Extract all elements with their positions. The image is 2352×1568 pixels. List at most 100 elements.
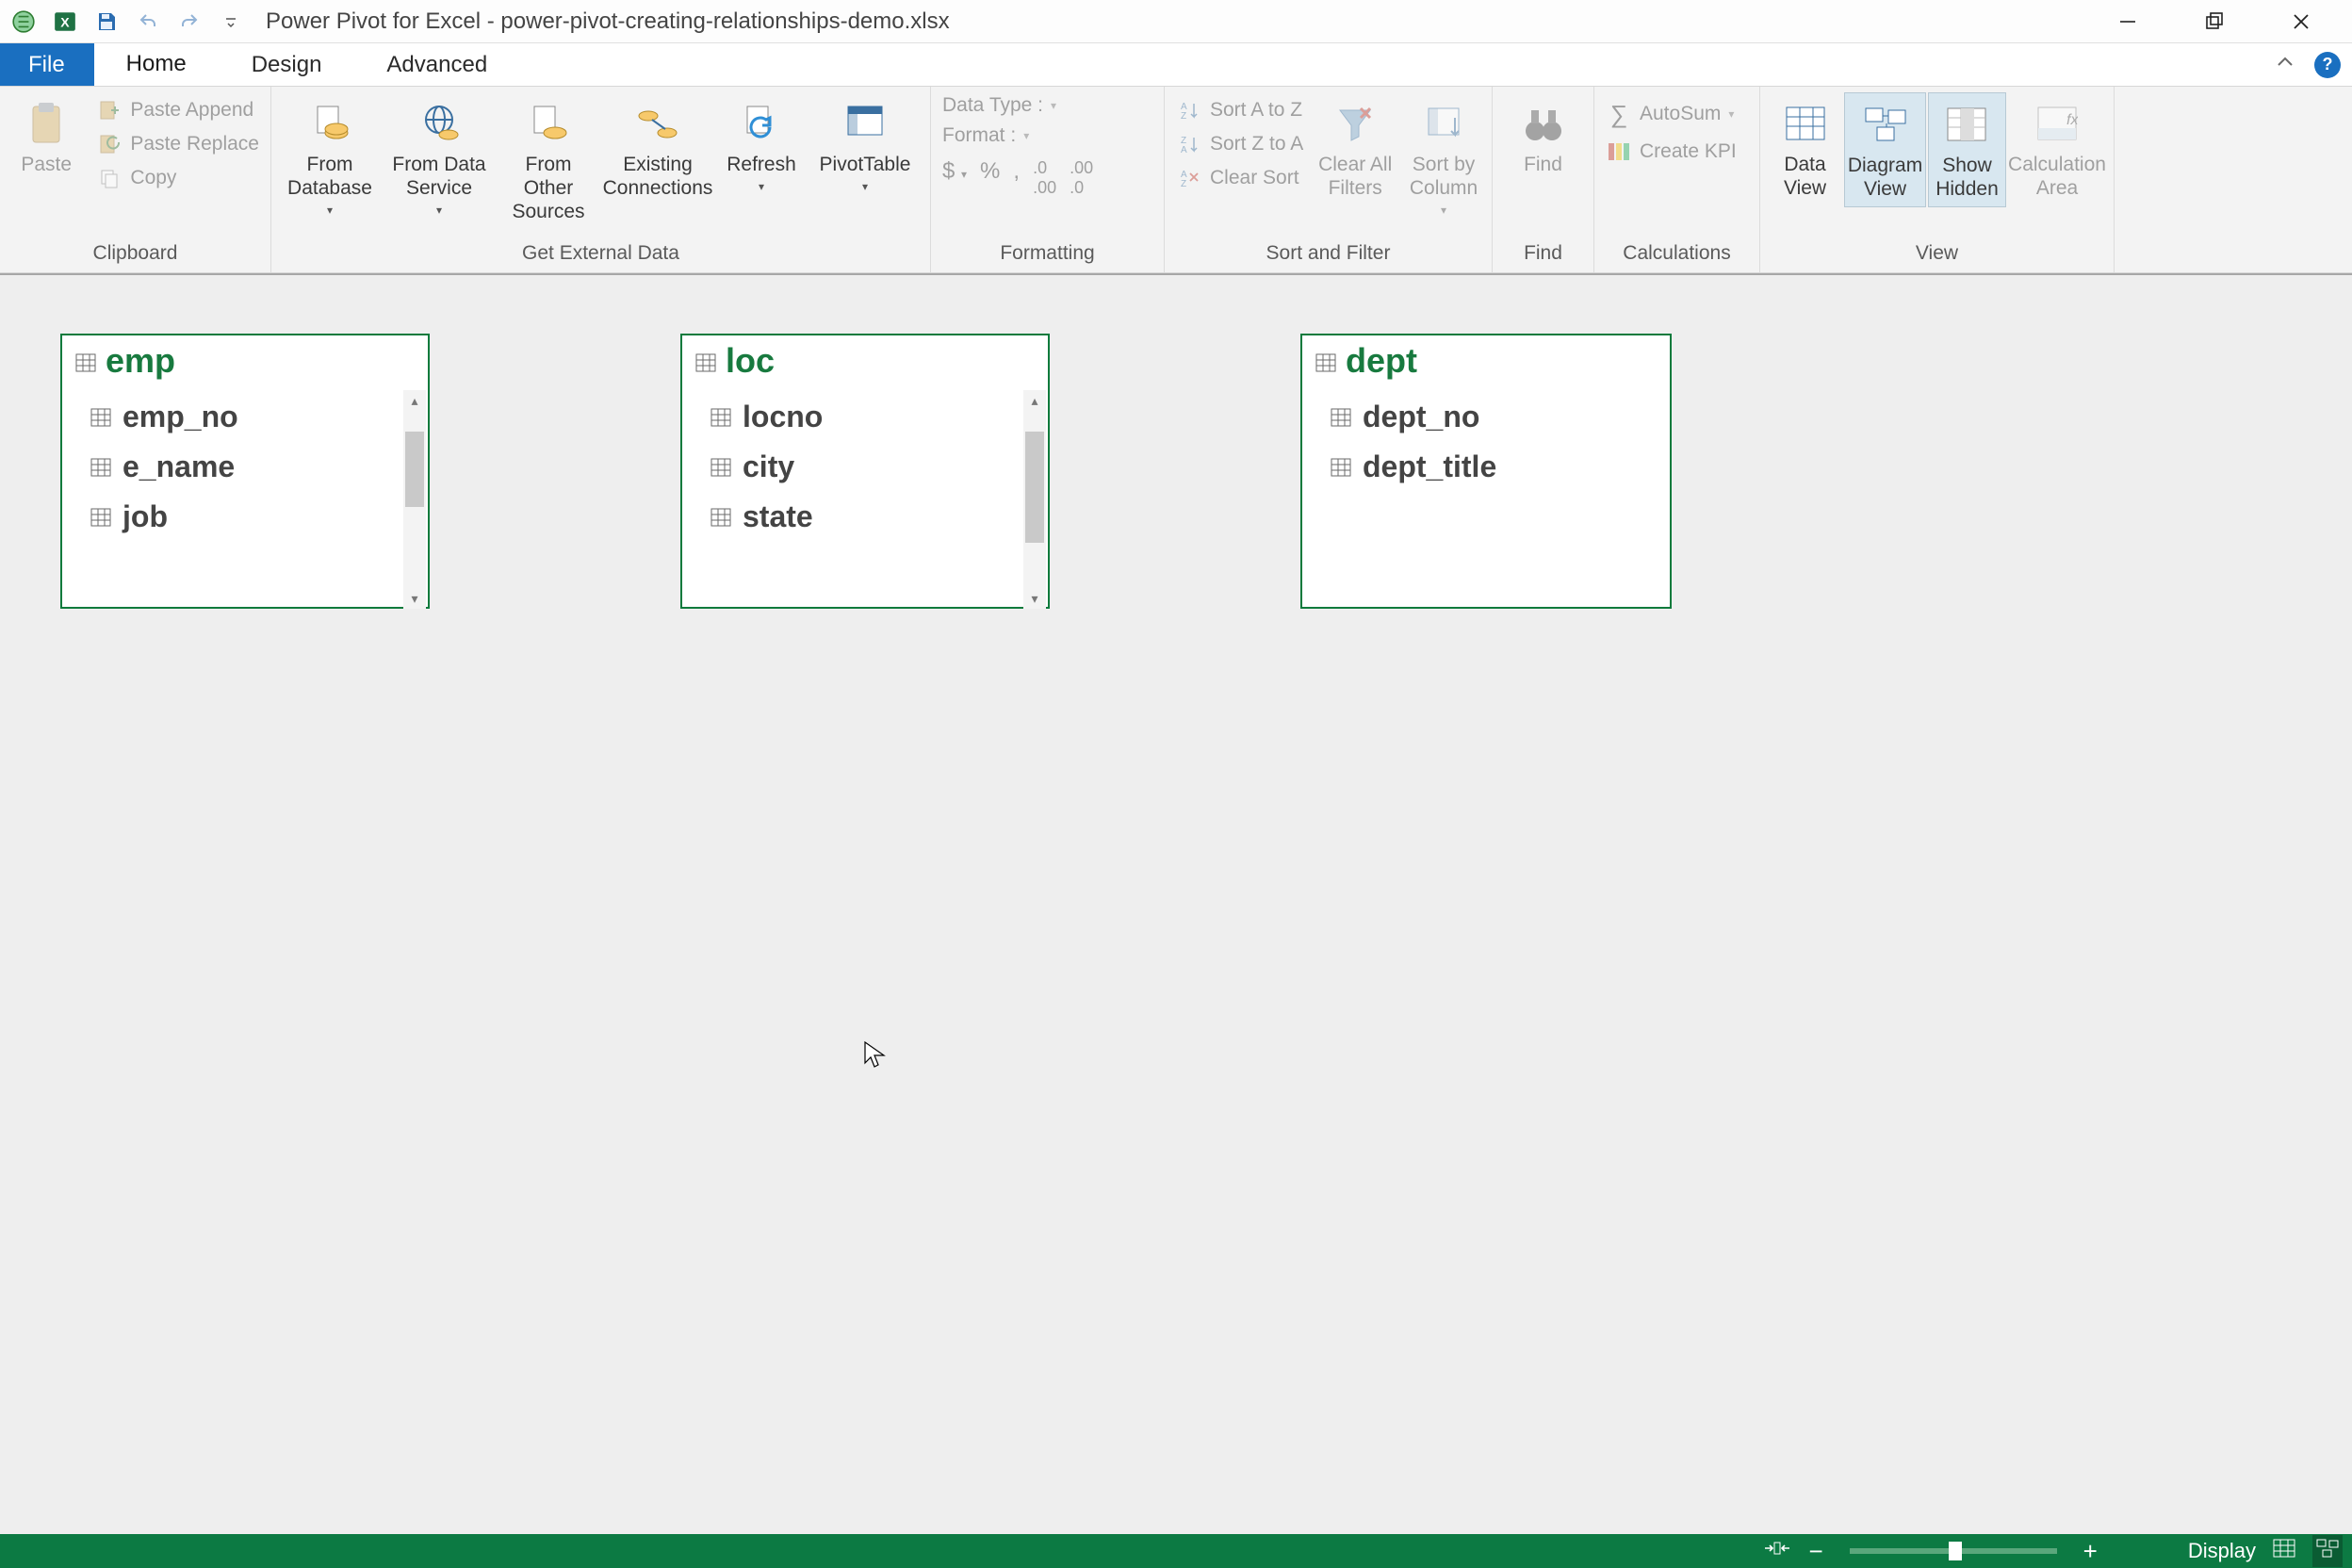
window-title: Power Pivot for Excel - power-pivot-crea…	[266, 8, 950, 35]
sort-az-label: Sort A to Z	[1210, 99, 1302, 122]
field-icon	[90, 449, 111, 484]
excel-icon: X	[47, 4, 83, 40]
field-icon	[710, 400, 731, 434]
diagram-view-statusbar-button[interactable]	[2312, 1535, 2343, 1567]
from-other-sources-label: From Other Sources	[499, 153, 597, 224]
close-button[interactable]	[2278, 3, 2324, 41]
pivottable-button[interactable]: PivotTable ▾	[814, 92, 916, 200]
tab-file[interactable]: File	[0, 43, 94, 86]
table-box-loc[interactable]: loclocnocitystate▴▾	[680, 334, 1050, 609]
tab-design[interactable]: Design	[220, 43, 355, 86]
table-field[interactable]: city	[703, 442, 1048, 492]
autosum-button[interactable]: ∑ AutoSum ▾	[1602, 100, 1738, 128]
currency-format-button[interactable]: $ ▾	[942, 158, 967, 198]
ribbon-group-clipboard-label: Clipboard	[8, 237, 263, 272]
data-view-button[interactable]: Data View	[1768, 92, 1842, 205]
redo-button[interactable]	[172, 4, 207, 40]
find-button[interactable]: Find	[1500, 92, 1586, 182]
pivottable-icon	[840, 98, 890, 149]
diagram-canvas[interactable]: empemp_noe_namejob▴▾loclocnocitystate▴▾d…	[0, 273, 2352, 1534]
sort-za-button[interactable]: ZA Sort Z to A	[1172, 130, 1307, 158]
table-field[interactable]: dept_title	[1323, 442, 1670, 492]
scroll-down-button[interactable]: ▾	[1023, 588, 1046, 609]
paste-replace-button[interactable]: Paste Replace	[92, 130, 263, 158]
field-name: state	[743, 499, 813, 534]
refresh-button[interactable]: Refresh ▾	[716, 92, 807, 200]
scroll-track[interactable]	[1023, 411, 1046, 588]
scroll-track[interactable]	[403, 411, 426, 588]
existing-connections-button[interactable]: Existing Connections	[607, 92, 709, 205]
zoom-in-button[interactable]: +	[2083, 1537, 2098, 1566]
ribbon-group-sort-filter-label: Sort and Filter	[1172, 237, 1484, 272]
table-box-dept[interactable]: deptdept_nodept_title	[1300, 334, 1672, 609]
save-button[interactable]	[89, 4, 124, 40]
comma-format-button[interactable]: ,	[1013, 158, 1020, 198]
table-field[interactable]: job	[83, 492, 428, 542]
increase-decimal-button[interactable]: .0.00	[1033, 158, 1056, 198]
powerpivot-icon	[6, 4, 41, 40]
tab-home[interactable]: Home	[94, 43, 220, 86]
percent-format-button[interactable]: %	[980, 158, 1000, 198]
clear-sort-icon: AZ	[1176, 166, 1202, 190]
show-hidden-button[interactable]: Show Hidden	[1928, 92, 2006, 207]
zoom-slider[interactable]	[1850, 1548, 2057, 1554]
paste-append-button[interactable]: Paste Append	[92, 96, 263, 124]
table-header[interactable]: emp	[62, 335, 428, 388]
ribbon-group-view: Data View Diagram View Show Hidden fx Ca…	[1760, 87, 2115, 272]
table-header[interactable]: loc	[682, 335, 1048, 388]
window-controls	[2105, 3, 2346, 41]
data-type-dropdown[interactable]: Data Type : ▾	[939, 92, 1060, 119]
kpi-icon	[1606, 139, 1632, 164]
scroll-up-button[interactable]: ▴	[1023, 390, 1046, 411]
maximize-button[interactable]	[2192, 3, 2237, 41]
paste-replace-label: Paste Replace	[130, 133, 259, 155]
undo-button[interactable]	[130, 4, 166, 40]
decrease-decimal-button[interactable]: .00.0	[1070, 158, 1093, 198]
calculation-area-button[interactable]: fx Calculation Area	[2008, 92, 2106, 205]
format-label: Format :	[942, 124, 1016, 147]
create-kpi-button[interactable]: Create KPI	[1602, 138, 1740, 166]
table-field[interactable]: locno	[703, 392, 1048, 442]
scroll-thumb[interactable]	[1025, 432, 1044, 543]
copy-button[interactable]: Copy	[92, 164, 263, 192]
scrollbar[interactable]: ▴▾	[403, 390, 426, 609]
scroll-thumb[interactable]	[405, 432, 424, 507]
from-data-service-button[interactable]: From Data Service ▾	[388, 92, 490, 223]
fit-to-window-button[interactable]	[1763, 1538, 1791, 1564]
field-name: emp_no	[122, 400, 238, 434]
tab-advanced[interactable]: Advanced	[354, 43, 520, 86]
ribbon-group-clipboard: Paste Paste Append Paste Replace	[0, 87, 271, 272]
help-button[interactable]: ?	[2314, 52, 2341, 78]
ribbon-group-formatting: Data Type : ▾ Format : ▾ $ ▾ % , .0.00 .…	[931, 87, 1165, 272]
table-fields-container: locnocitystate▴▾	[682, 388, 1048, 611]
zoom-thumb[interactable]	[1949, 1542, 1962, 1560]
field-name: locno	[743, 400, 823, 434]
table-field[interactable]: e_name	[83, 442, 428, 492]
clear-sort-button[interactable]: AZ Clear Sort	[1172, 164, 1307, 192]
diagram-view-button[interactable]: Diagram View	[1844, 92, 1926, 207]
scrollbar[interactable]: ▴▾	[1023, 390, 1046, 609]
table-header[interactable]: dept	[1302, 335, 1670, 388]
table-icon	[695, 341, 716, 381]
ribbon-group-view-label: View	[1768, 237, 2106, 272]
minimize-button[interactable]	[2105, 3, 2150, 41]
clear-all-filters-button[interactable]: Clear All Filters	[1315, 92, 1396, 205]
scroll-down-button[interactable]: ▾	[403, 588, 426, 609]
sort-by-column-button[interactable]: Sort by Column ▾	[1403, 92, 1484, 223]
paste-button[interactable]: Paste	[8, 92, 85, 182]
table-box-emp[interactable]: empemp_noe_namejob▴▾	[60, 334, 430, 609]
zoom-out-button[interactable]: −	[1808, 1537, 1822, 1566]
data-view-statusbar-button[interactable]	[2273, 1539, 2295, 1563]
table-field[interactable]: dept_no	[1323, 392, 1670, 442]
clear-all-filters-label: Clear All Filters	[1316, 153, 1394, 200]
from-other-sources-button[interactable]: From Other Sources	[498, 92, 599, 230]
table-field[interactable]: emp_no	[83, 392, 428, 442]
table-field[interactable]: state	[703, 492, 1048, 542]
collapse-ribbon-button[interactable]	[2275, 52, 2295, 78]
scroll-up-button[interactable]: ▴	[403, 390, 426, 411]
format-dropdown[interactable]: Format : ▾	[939, 122, 1033, 149]
sort-az-button[interactable]: AZ Sort A to Z	[1172, 96, 1307, 124]
from-database-button[interactable]: From Database ▾	[279, 92, 381, 223]
qat-customize-dropdown[interactable]	[213, 4, 249, 40]
table-fields-container: dept_nodept_title	[1302, 388, 1670, 611]
